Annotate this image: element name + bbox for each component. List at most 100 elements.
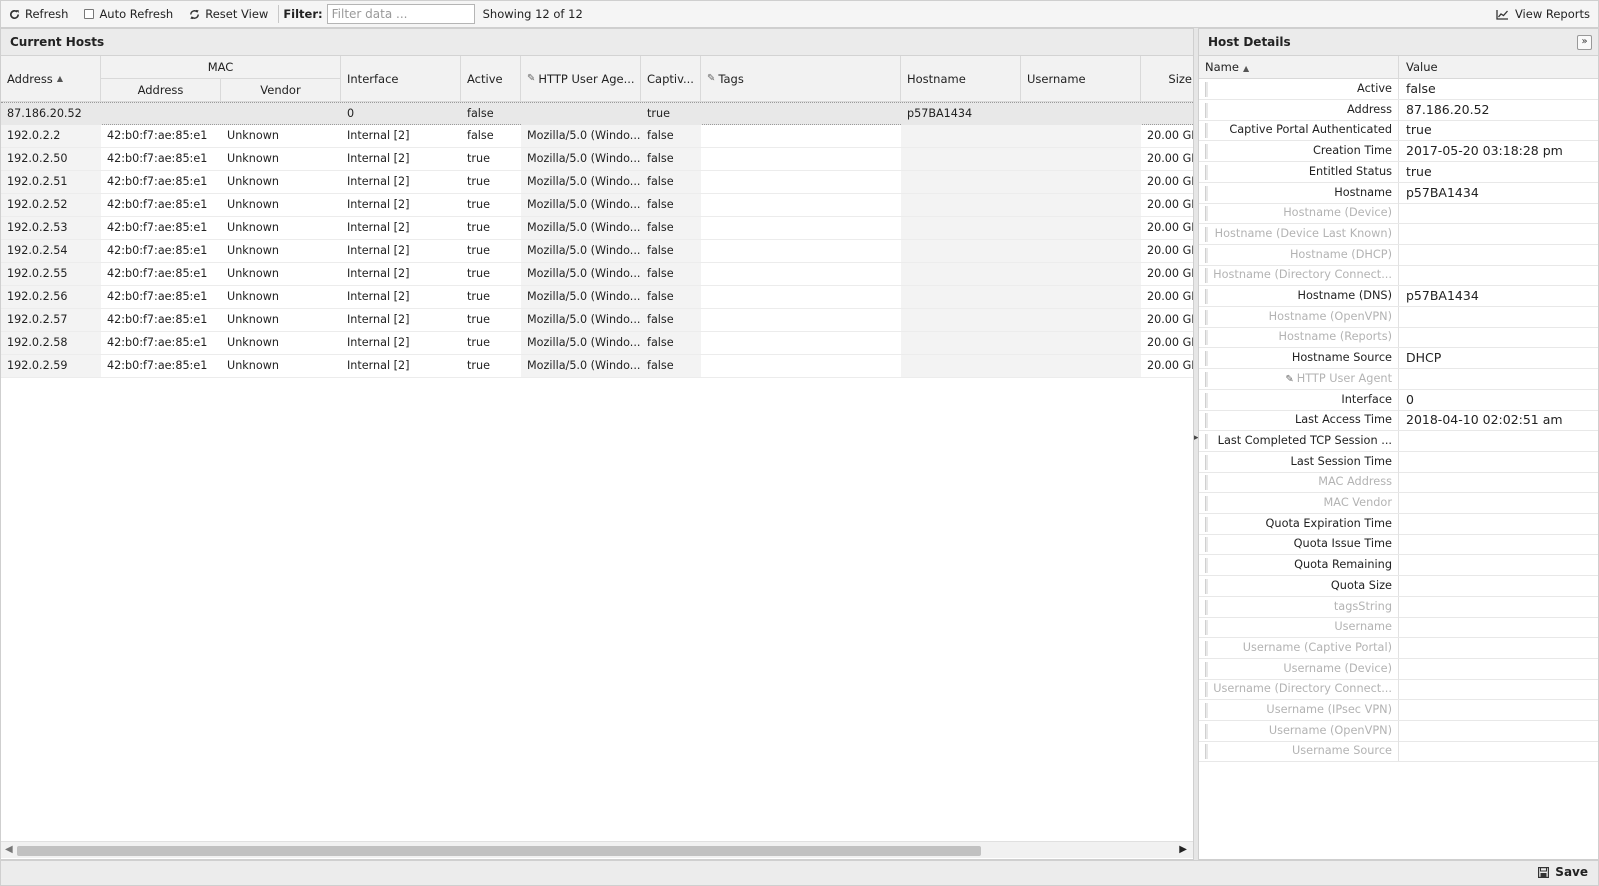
column-header-mac-vendor[interactable]: Vendor [221, 79, 341, 102]
scroll-left-icon[interactable]: ◀ [5, 844, 13, 855]
table-row[interactable]: 192.0.2.50 42:b0:f7:ae:85:e1 Unknown Intern… [1, 148, 1193, 171]
table-row[interactable]: 192.0.2.53 42:b0:f7:ae:85:e1 Unknown Intern… [1, 217, 1193, 240]
row-marker [1205, 123, 1208, 139]
property-row[interactable]: Address 87.186.20.52 [1199, 99, 1598, 121]
row-marker [1205, 144, 1208, 160]
property-row[interactable]: Hostname (DHCP) [1199, 244, 1598, 266]
property-row[interactable]: MAC Vendor [1199, 493, 1598, 514]
column-header-captive[interactable]: Captiv... [641, 56, 701, 102]
property-name: ✎ HTTP User Agent [1209, 368, 1399, 389]
property-row[interactable]: Hostname (Device Last Known) [1199, 223, 1598, 245]
cell-vendor: Unknown [227, 313, 279, 326]
property-row[interactable]: tagsString [1199, 596, 1598, 618]
property-row[interactable]: Hostname (Directory Connect... [1199, 265, 1598, 287]
property-row[interactable]: Last Access Time 2018-04-10 02:02:51 am [1199, 410, 1598, 432]
property-row[interactable]: Quota Size [1199, 575, 1598, 597]
property-row[interactable]: Creation Time 2017-05-20 03:18:28 pm [1199, 141, 1598, 163]
property-name: Hostname (Directory Connect... [1209, 265, 1399, 286]
reset-view-button[interactable]: Reset View [189, 7, 268, 21]
table-row[interactable]: 192.0.2.55 42:b0:f7:ae:85:e1 Unknown Intern… [1, 263, 1193, 286]
property-row[interactable]: Hostname (Reports) [1199, 327, 1598, 349]
auto-refresh-checkbox[interactable] [84, 9, 95, 19]
row-marker [1205, 102, 1208, 118]
property-name-label: Last Completed TCP Session ... [1217, 433, 1392, 447]
save-button[interactable]: Save [1538, 865, 1588, 879]
table-row[interactable]: 192.0.2.54 42:b0:f7:ae:85:e1 Unknown Intern… [1, 240, 1193, 263]
property-row[interactable]: Hostname (OpenVPN) [1199, 306, 1598, 328]
cell-active: true [467, 313, 490, 326]
property-row[interactable]: Entitled Status true [1199, 161, 1598, 183]
reset-icon [190, 9, 200, 19]
cell-mac: 42:b0:f7:ae:85:e1 [107, 175, 208, 188]
column-header-username[interactable]: Username [1021, 56, 1141, 102]
cell-vendor: Unknown [227, 336, 279, 349]
property-row[interactable]: Interface 0 [1199, 389, 1598, 411]
column-header-mac-address[interactable]: Address [101, 79, 221, 102]
property-row[interactable]: Hostname p57BA1434 [1199, 182, 1598, 204]
horizontal-scrollbar[interactable]: ◀ ▶ [1, 841, 1193, 858]
table-row[interactable]: 192.0.2.58 42:b0:f7:ae:85:e1 Unknown Intern… [1, 332, 1193, 355]
property-row[interactable]: Username (Directory Connect... [1199, 679, 1598, 701]
property-row[interactable]: Username (Device) [1199, 658, 1598, 680]
cell-interface: Internal [2] [347, 267, 410, 280]
column-header-tags[interactable]: ✎ Tags [701, 56, 901, 102]
property-value: 0 [1406, 391, 1414, 407]
column-header-value[interactable]: Value [1400, 56, 1598, 78]
view-reports-button[interactable]: View Reports [1496, 1, 1590, 27]
column-header-name[interactable]: Name ▲ [1199, 56, 1399, 78]
column-header-http-user-agent[interactable]: ✎ HTTP User Age... [521, 56, 641, 102]
auto-refresh-toggle[interactable]: Auto Refresh [84, 7, 173, 21]
cell-mac: 42:b0:f7:ae:85:e1 [107, 221, 208, 234]
cell-vendor: Unknown [227, 175, 279, 188]
refresh-button[interactable]: Refresh [9, 7, 68, 21]
column-header-interface[interactable]: Interface [341, 56, 461, 102]
property-row[interactable]: MAC Address [1199, 472, 1598, 494]
property-row[interactable]: Hostname (DNS) p57BA1434 [1199, 286, 1598, 307]
property-row[interactable]: Active false [1199, 79, 1598, 100]
property-row[interactable]: Hostname Source DHCP [1199, 348, 1598, 370]
property-value [1400, 659, 1598, 679]
property-value [1400, 679, 1598, 699]
column-header-address[interactable]: Address ▲ [1, 56, 101, 102]
table-row[interactable]: 192.0.2.57 42:b0:f7:ae:85:e1 Unknown Intern… [1, 309, 1193, 332]
column-header-active[interactable]: Active [461, 56, 521, 102]
table-row[interactable]: 192.0.2.2 42:b0:f7:ae:85:e1 Unknown Interna… [1, 125, 1193, 148]
property-row[interactable]: Quota Issue Time [1199, 534, 1598, 556]
property-row[interactable]: Username (OpenVPN) [1199, 720, 1598, 742]
scroll-right-icon[interactable]: ▶ [1179, 844, 1187, 855]
property-row[interactable]: Username (Captive Portal) [1199, 637, 1598, 659]
cell-active: true [467, 290, 490, 303]
cell-active: true [467, 267, 490, 280]
filter-input[interactable] [326, 4, 475, 24]
column-header-hostname[interactable]: Hostname [901, 56, 1021, 102]
property-name-label: tagsString [1333, 599, 1392, 613]
property-row[interactable]: Username [1199, 617, 1598, 639]
property-row[interactable]: Quota Remaining [1199, 555, 1598, 577]
property-row[interactable]: Quota Expiration Time [1199, 513, 1598, 535]
property-row[interactable]: Captive Portal Authenticated true [1199, 120, 1598, 142]
cell-size [1141, 103, 1193, 125]
cell-address: 192.0.2.54 [1, 240, 101, 262]
collapse-panel-icon[interactable]: » [1577, 35, 1592, 50]
table-row[interactable]: 192.0.2.59 42:b0:f7:ae:85:e1 Unknown Intern… [1, 355, 1193, 378]
table-row[interactable]: 192.0.2.52 42:b0:f7:ae:85:e1 Unknown Intern… [1, 194, 1193, 217]
column-header-size[interactable]: Size [1141, 56, 1193, 102]
property-row[interactable]: Username Source [1199, 741, 1598, 763]
property-row[interactable]: Hostname (Device) [1199, 203, 1598, 225]
property-name: Hostname (DHCP) [1209, 244, 1399, 265]
row-marker [1205, 454, 1208, 470]
property-name-label: Username Source [1292, 744, 1392, 758]
property-row[interactable]: Username (IPsec VPN) [1199, 700, 1598, 721]
table-row[interactable]: 192.0.2.51 42:b0:f7:ae:85:e1 Unknown Intern… [1, 171, 1193, 194]
property-row[interactable]: Last Session Time [1199, 451, 1598, 473]
property-row[interactable]: Last Completed TCP Session ... [1199, 430, 1598, 452]
cell-hostname: p57BA1434 [901, 103, 1021, 125]
property-name-label: Hostname (Directory Connect... [1213, 268, 1392, 282]
table-row[interactable]: 87.186.20.52 0 false true p57BA1434 [1, 102, 1193, 125]
cell-address: 192.0.2.50 [1, 148, 101, 170]
chart-line-icon [1496, 9, 1508, 20]
property-row[interactable]: ✎ HTTP User Agent [1199, 368, 1598, 390]
table-row[interactable]: 192.0.2.56 42:b0:f7:ae:85:e1 Unknown Intern… [1, 286, 1193, 309]
save-icon [1538, 866, 1550, 878]
scrollbar-thumb[interactable] [17, 846, 981, 856]
